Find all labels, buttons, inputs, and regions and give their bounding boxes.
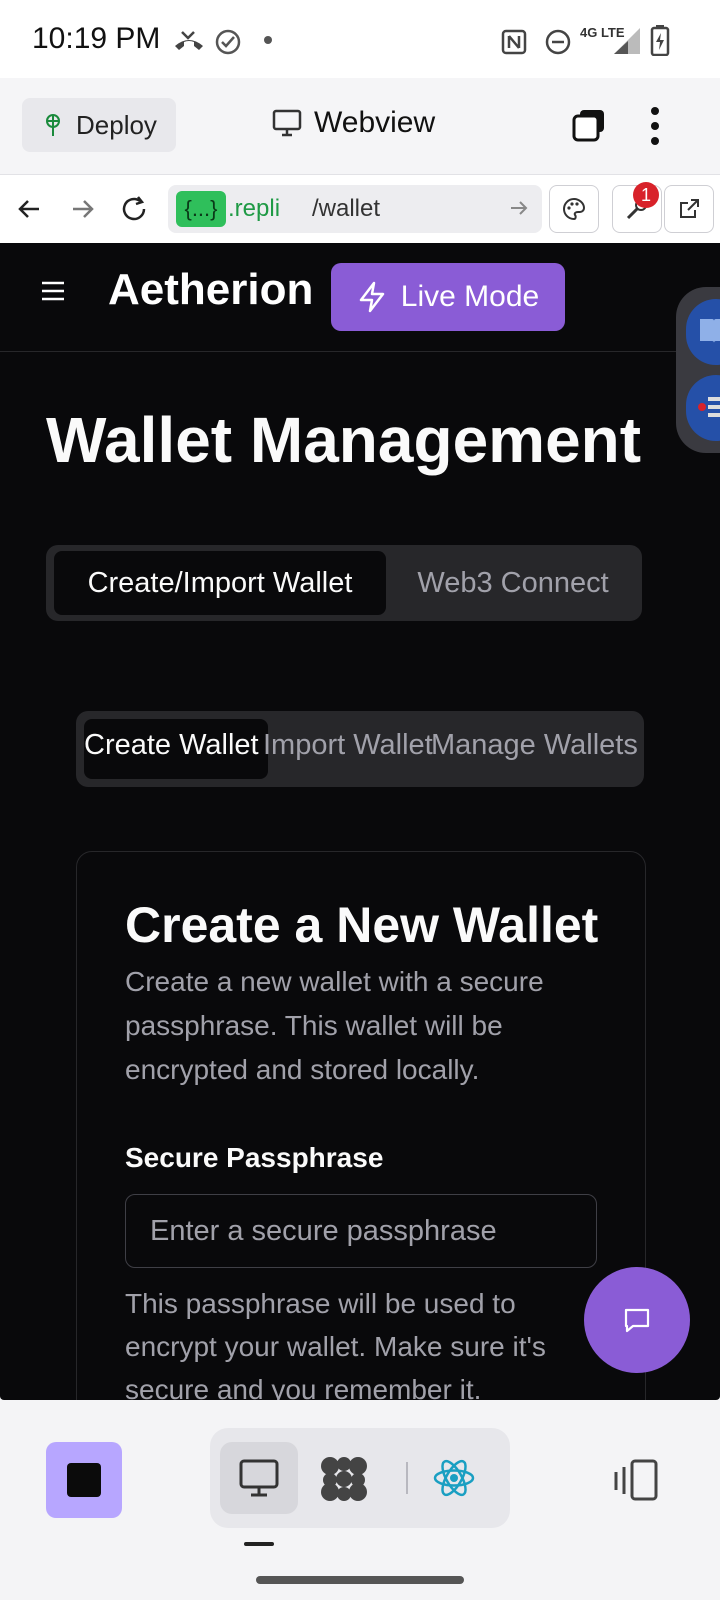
selection-indicator (244, 1542, 274, 1546)
passphrase-help-text: This passphrase will be used to encrypt … (125, 1288, 546, 1400)
brand-name[interactable]: Aetherion (108, 265, 313, 315)
app-viewport: Aetherion Live Mode Wallet Management Cr… (0, 243, 720, 1400)
card-description: Create a new wallet with a secure passph… (125, 966, 544, 1085)
view-mode-group (210, 1428, 510, 1528)
lightning-icon (359, 281, 385, 313)
react-icon[interactable] (432, 1456, 476, 1500)
notification-badge: 1 (633, 182, 659, 208)
chat-button[interactable] (584, 1267, 690, 1373)
subtab-import-wallet[interactable]: Import Wallet (263, 729, 433, 762)
desktop-icon (239, 1459, 279, 1497)
monitor-icon (272, 109, 302, 137)
go-arrow-icon[interactable] (508, 197, 530, 219)
open-external-button[interactable] (664, 185, 714, 233)
tab-create-import-wallet[interactable]: Create/Import Wallet (54, 551, 386, 615)
deploy-icon (46, 114, 60, 136)
palette-button[interactable] (549, 185, 599, 233)
url-field[interactable]: {...} .repli /wallet (168, 185, 542, 233)
tab-web3-connect[interactable]: Web3 Connect (390, 551, 636, 615)
more-options-icon[interactable] (650, 106, 660, 146)
passphrase-input[interactable] (125, 1194, 597, 1268)
palette-icon (563, 197, 586, 221)
arrow-right-icon (73, 200, 94, 218)
back-button[interactable] (12, 191, 48, 227)
layout-pattern-icon[interactable] (318, 1454, 370, 1504)
subtab-manage-wallets[interactable]: Manage Wallets (431, 729, 638, 762)
card-title: Create a New Wallet (125, 897, 599, 953)
do-not-disturb-icon (545, 29, 571, 55)
bottom-toolbar (0, 1400, 720, 1600)
deploy-button[interactable]: Deploy (22, 98, 176, 152)
url-host: .repli (228, 195, 281, 222)
subtab-create-wallet[interactable]: Create Wallet (84, 729, 259, 762)
hamburger-menu-icon[interactable] (40, 279, 66, 303)
status-time: 10:19 PM (32, 22, 161, 55)
desktop-view-button[interactable] (220, 1442, 298, 1514)
create-wallet-card: Create a New Wallet Create a new wallet … (76, 851, 646, 1400)
nfc-icon (501, 29, 527, 55)
list-icon (698, 397, 720, 417)
side-list-button[interactable] (686, 375, 720, 441)
main-tabs: Create/Import Wallet Web3 Connect (46, 545, 642, 621)
webview-header: Deploy Webview (0, 78, 720, 175)
page-title: Wallet Management (46, 404, 642, 476)
toolbar-divider (406, 1462, 408, 1494)
reload-button[interactable] (116, 191, 152, 227)
tabs-icon[interactable] (572, 108, 606, 142)
webview-title: Webview (272, 106, 435, 140)
book-icon (700, 319, 720, 343)
address-bar: {...} .repli /wallet (0, 175, 720, 244)
signal-icon (614, 28, 640, 54)
app-topbar: Aetherion Live Mode (0, 243, 720, 352)
wallet-subtabs: Create Wallet Import Wallet Manage Walle… (76, 711, 644, 787)
chat-bubble-icon (624, 1308, 650, 1333)
stop-icon (67, 1463, 101, 1497)
floating-side-panel (676, 287, 720, 453)
live-mode-button[interactable]: Live Mode (331, 263, 565, 331)
dot-icon (264, 36, 272, 44)
url-badge: {...} (176, 191, 226, 227)
device-toggle-icon[interactable] (612, 1458, 660, 1502)
arrow-left-icon (18, 200, 39, 218)
status-bar: 10:19 PM 4G LTE (0, 0, 720, 78)
reload-icon (122, 196, 146, 221)
deploy-label: Deploy (76, 109, 157, 140)
missed-call-icon (175, 31, 203, 50)
home-indicator[interactable] (256, 1576, 464, 1584)
check-circle-icon (215, 29, 241, 55)
webview-title-label: Webview (314, 106, 436, 139)
side-book-button[interactable] (686, 299, 720, 365)
external-link-icon (680, 199, 699, 218)
live-mode-label: Live Mode (400, 280, 540, 313)
passphrase-label: Secure Passphrase (125, 1142, 384, 1173)
stop-button[interactable] (46, 1442, 122, 1518)
battery-icon (650, 25, 670, 56)
url-path: /wallet (312, 195, 381, 222)
forward-button[interactable] (64, 191, 100, 227)
